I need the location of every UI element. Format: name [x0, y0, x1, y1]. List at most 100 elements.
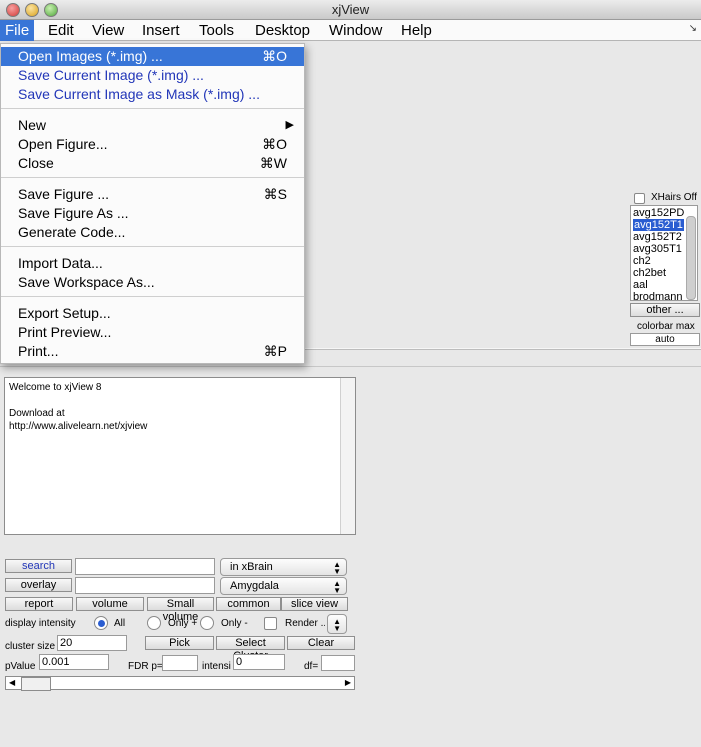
list-item[interactable]: avg152PD	[633, 207, 684, 219]
file-menu-dropdown: Open Images (*.img) ... ⌘O Save Current …	[0, 43, 305, 364]
menu-item-open-figure[interactable]: Open Figure... ⌘O	[1, 135, 304, 154]
welcome-textbox[interactable]: Welcome to xjView 8 Download at http://w…	[4, 377, 356, 535]
chevron-down-icon: ▼	[333, 567, 341, 576]
list-item[interactable]: aal	[633, 279, 648, 291]
small-volume-button[interactable]: Small volume	[147, 597, 214, 623]
pick-cluster-button[interactable]: Pick Cluster/...	[145, 636, 214, 650]
colorbar-max-input[interactable]: auto	[630, 333, 700, 346]
search-scope-value: in xBrain	[230, 561, 273, 573]
select-cluster-button[interactable]: Select Cluster	[216, 636, 285, 662]
menu-item-import-data[interactable]: Import Data...	[1, 254, 304, 273]
fdr-input[interactable]	[162, 655, 198, 671]
menu-separator	[1, 108, 304, 109]
menu-item-label: Generate Code...	[18, 224, 126, 240]
menu-item-generate-code[interactable]: Generate Code...	[1, 223, 304, 242]
menu-item-print-preview[interactable]: Print Preview...	[1, 323, 304, 342]
radio-all-label: All	[114, 618, 126, 629]
welcome-line: Welcome to xjView 8	[9, 382, 102, 393]
overlay-button[interactable]: overlay	[5, 578, 72, 592]
menu-bar: File Edit View Insert Tools Desktop Wind…	[0, 20, 701, 41]
render-label: Render ...	[285, 618, 325, 629]
colorbar-max-label: colorbar max	[637, 321, 695, 332]
clear-select-button[interactable]: Clear Select...	[287, 636, 355, 650]
template-list[interactable]: avg152PD avg152T1 avg152T2 avg305T1 ch2 …	[630, 205, 698, 301]
menu-item-label: Print...	[18, 343, 59, 359]
cluster-size-input[interactable]: 20	[57, 635, 127, 651]
display-intensity-label: display intensity	[5, 618, 76, 629]
menu-item-save-current-image[interactable]: Save Current Image (*.img) ...	[1, 66, 304, 85]
menu-item-save-figure[interactable]: Save Figure ... ⌘S	[1, 185, 304, 204]
radio-only-minus[interactable]	[200, 616, 214, 630]
menu-file[interactable]: File	[0, 20, 35, 41]
radio-only-plus[interactable]	[147, 616, 161, 630]
menu-item-label: Save Figure ...	[18, 186, 110, 202]
report-button[interactable]: report	[5, 597, 73, 611]
resize-corner-icon[interactable]: ↘	[689, 23, 697, 34]
volume-button[interactable]: volume	[76, 597, 144, 611]
title-bar: xjView	[0, 0, 701, 20]
pvalue-label: pValue	[5, 661, 36, 672]
search-button[interactable]: search	[5, 559, 72, 573]
list-item[interactable]: brodmann	[633, 291, 683, 300]
menu-item-save-current-mask[interactable]: Save Current Image as Mask (*.img) ...	[1, 85, 304, 104]
slice-view-button[interactable]: slice view	[281, 597, 348, 611]
cluster-size-label: cluster size	[5, 641, 56, 652]
menu-separator	[1, 296, 304, 297]
menu-window[interactable]: Window	[324, 20, 387, 41]
menu-item-open-images[interactable]: Open Images (*.img) ... ⌘O	[1, 47, 304, 66]
overlay-region-value: Amygdala	[230, 580, 279, 592]
menu-item-save-figure-as[interactable]: Save Figure As ...	[1, 204, 304, 223]
menu-item-label: Open Images (*.img) ...	[18, 48, 163, 64]
menu-item-label: Open Figure...	[18, 136, 108, 152]
radio-only-minus-label: Only -	[221, 618, 248, 629]
welcome-scrollbar[interactable]	[340, 378, 355, 534]
menu-insert[interactable]: Insert	[137, 20, 185, 41]
menu-tools[interactable]: Tools	[194, 20, 239, 41]
render-select[interactable]: ▲ ▼	[327, 614, 347, 634]
menu-item-label: Save Current Image as Mask (*.img) ...	[18, 86, 260, 102]
chevron-down-icon: ▼	[333, 624, 341, 633]
welcome-line: Download at	[9, 408, 65, 419]
df-input[interactable]	[321, 655, 355, 671]
list-item[interactable]: ch2	[633, 255, 651, 267]
intensity-input[interactable]: 0	[233, 654, 285, 670]
overlay-region-select[interactable]: Amygdala ▲ ▼	[220, 577, 347, 595]
menu-help[interactable]: Help	[396, 20, 437, 41]
arrow-left-icon[interactable]: ◀	[9, 677, 15, 689]
list-item-selected[interactable]: avg152T1	[633, 219, 684, 231]
shortcut-label: ⌘O	[262, 48, 287, 64]
menu-item-export-setup[interactable]: Export Setup...	[1, 304, 304, 323]
shortcut-label: ⌘S	[263, 186, 287, 202]
common-region-button[interactable]: common reg...	[216, 597, 281, 611]
other-template-button[interactable]: other ...	[630, 303, 700, 317]
list-item[interactable]: avg152T2	[633, 231, 682, 243]
divider	[0, 366, 701, 367]
template-list-scrollbar[interactable]	[686, 216, 696, 300]
menu-item-label: Print Preview...	[18, 324, 112, 340]
intensity-label: intensi	[202, 661, 231, 672]
render-checkbox[interactable]	[264, 617, 277, 630]
threshold-slider[interactable]: ◀ ▶	[5, 676, 355, 691]
menu-edit[interactable]: Edit	[43, 20, 79, 41]
menu-view[interactable]: View	[87, 20, 129, 41]
search-input[interactable]	[75, 558, 215, 575]
list-item[interactable]: avg305T1	[633, 243, 682, 255]
menu-item-save-workspace-as[interactable]: Save Workspace As...	[1, 273, 304, 292]
radio-all[interactable]	[94, 616, 108, 630]
menu-item-label: Export Setup...	[18, 305, 111, 321]
xhairs-label: XHairs Off	[651, 192, 697, 203]
menu-desktop[interactable]: Desktop	[250, 20, 315, 41]
pvalue-input[interactable]: 0.001	[39, 654, 109, 670]
list-item[interactable]: ch2bet	[633, 267, 666, 279]
menu-item-print[interactable]: Print... ⌘P	[1, 342, 304, 361]
shortcut-label: ⌘W	[259, 155, 287, 171]
menu-item-label: Save Figure As ...	[18, 205, 129, 221]
menu-item-new[interactable]: New ▶	[1, 116, 304, 135]
radio-only-plus-label: Only +	[168, 618, 198, 629]
arrow-right-icon[interactable]: ▶	[345, 677, 351, 689]
xhairs-checkbox[interactable]	[634, 193, 645, 204]
overlay-input[interactable]	[75, 577, 215, 594]
slider-thumb[interactable]	[21, 677, 51, 691]
search-scope-select[interactable]: in xBrain ▲ ▼	[220, 558, 347, 576]
menu-item-close[interactable]: Close ⌘W	[1, 154, 304, 173]
